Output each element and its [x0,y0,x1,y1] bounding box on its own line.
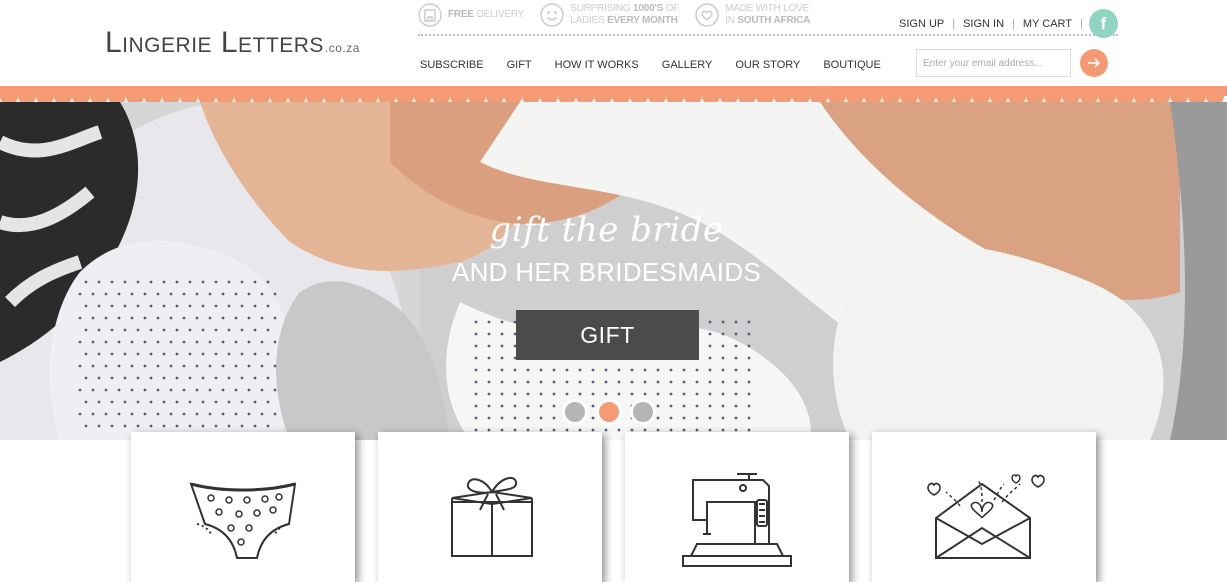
logo-tld: .co.za [324,41,360,55]
newsletter-submit-button[interactable] [1080,49,1108,77]
feature-line: LADIES [570,15,608,26]
delivery-box-icon [418,3,442,27]
feature-made-with-love: MADE WITH LOVE IN SOUTH AFRICA [695,3,810,27]
separator: | [1080,17,1083,30]
nav-our-story[interactable]: OUR STORY [735,59,800,71]
card-gift[interactable] [378,432,602,582]
slide-dot-2[interactable] [596,399,622,425]
gift-box-icon [451,476,533,557]
card-love-letter[interactable] [872,432,1096,582]
my-cart-link[interactable]: MY CART [1015,18,1080,30]
slide-dot-3[interactable] [630,399,656,425]
feature-cards [131,432,1096,582]
feature-bold: 1000'S [632,3,664,14]
slider-pager [562,399,656,425]
account-links: SIGN UP | SIGN IN | MY CART | f [891,9,1118,38]
sign-up-link[interactable]: SIGN UP [891,18,952,30]
logo-name: Lingerie Letters [105,26,324,59]
main-nav: SUBSCRIBE GIFT HOW IT WORKS GALLERY OUR … [420,59,904,71]
nav-gallery[interactable]: GALLERY [662,59,713,71]
slide-dot-1[interactable] [562,399,588,425]
hero-subtitle: AND HER BRIDESMAIDS [451,257,762,287]
sewing-machine-icon [682,473,792,567]
feature-line: OF [663,3,680,14]
panties-icon [189,482,297,559]
heart-icon [695,3,719,27]
feature-surprising: SURPRISING 1000'S OF LADIES EVERY MONTH [540,3,679,27]
feature-line: IN [725,15,738,26]
feature-strip: FREE DELIVERY SURPRISING 1000'S OF LADIE… [418,3,810,27]
feature-bold: FREE [448,9,474,20]
nav-subscribe[interactable]: SUBSCRIBE [420,59,484,71]
feature-line: MADE WITH LOVE [725,3,810,14]
site-header: Lingerie Letters .co.za FREE DELIVERY SU… [0,0,1227,86]
nav-how-it-works[interactable]: HOW IT WORKS [555,59,639,71]
card-sewing-machine[interactable] [625,432,849,582]
card-lingerie[interactable] [131,432,355,582]
nav-gift[interactable]: GIFT [507,59,532,71]
facebook-icon[interactable]: f [1088,9,1118,38]
sign-in-link[interactable]: SIGN IN [955,18,1012,30]
feature-bold: EVERY MONTH [607,15,678,26]
hero-slider: gift the bride AND HER BRIDESMAIDS GIFT [0,102,1227,440]
hero-gift-button[interactable]: GIFT [516,310,699,360]
love-letter-icon [927,474,1045,559]
feature-free-delivery: FREE DELIVERY [418,3,524,27]
hero-script-heading: gift the bride [489,210,724,250]
feature-text: DELIVERY [473,9,525,20]
feature-bold: SOUTH AFRICA [737,15,811,26]
nav-boutique[interactable]: BOUTIQUE [823,59,880,71]
feature-line: SURPRISING [570,3,633,14]
site-logo[interactable]: Lingerie Letters .co.za [105,26,360,60]
newsletter-email-input[interactable] [916,49,1071,77]
smiley-icon [540,3,564,27]
arrow-right-icon [1088,58,1101,68]
